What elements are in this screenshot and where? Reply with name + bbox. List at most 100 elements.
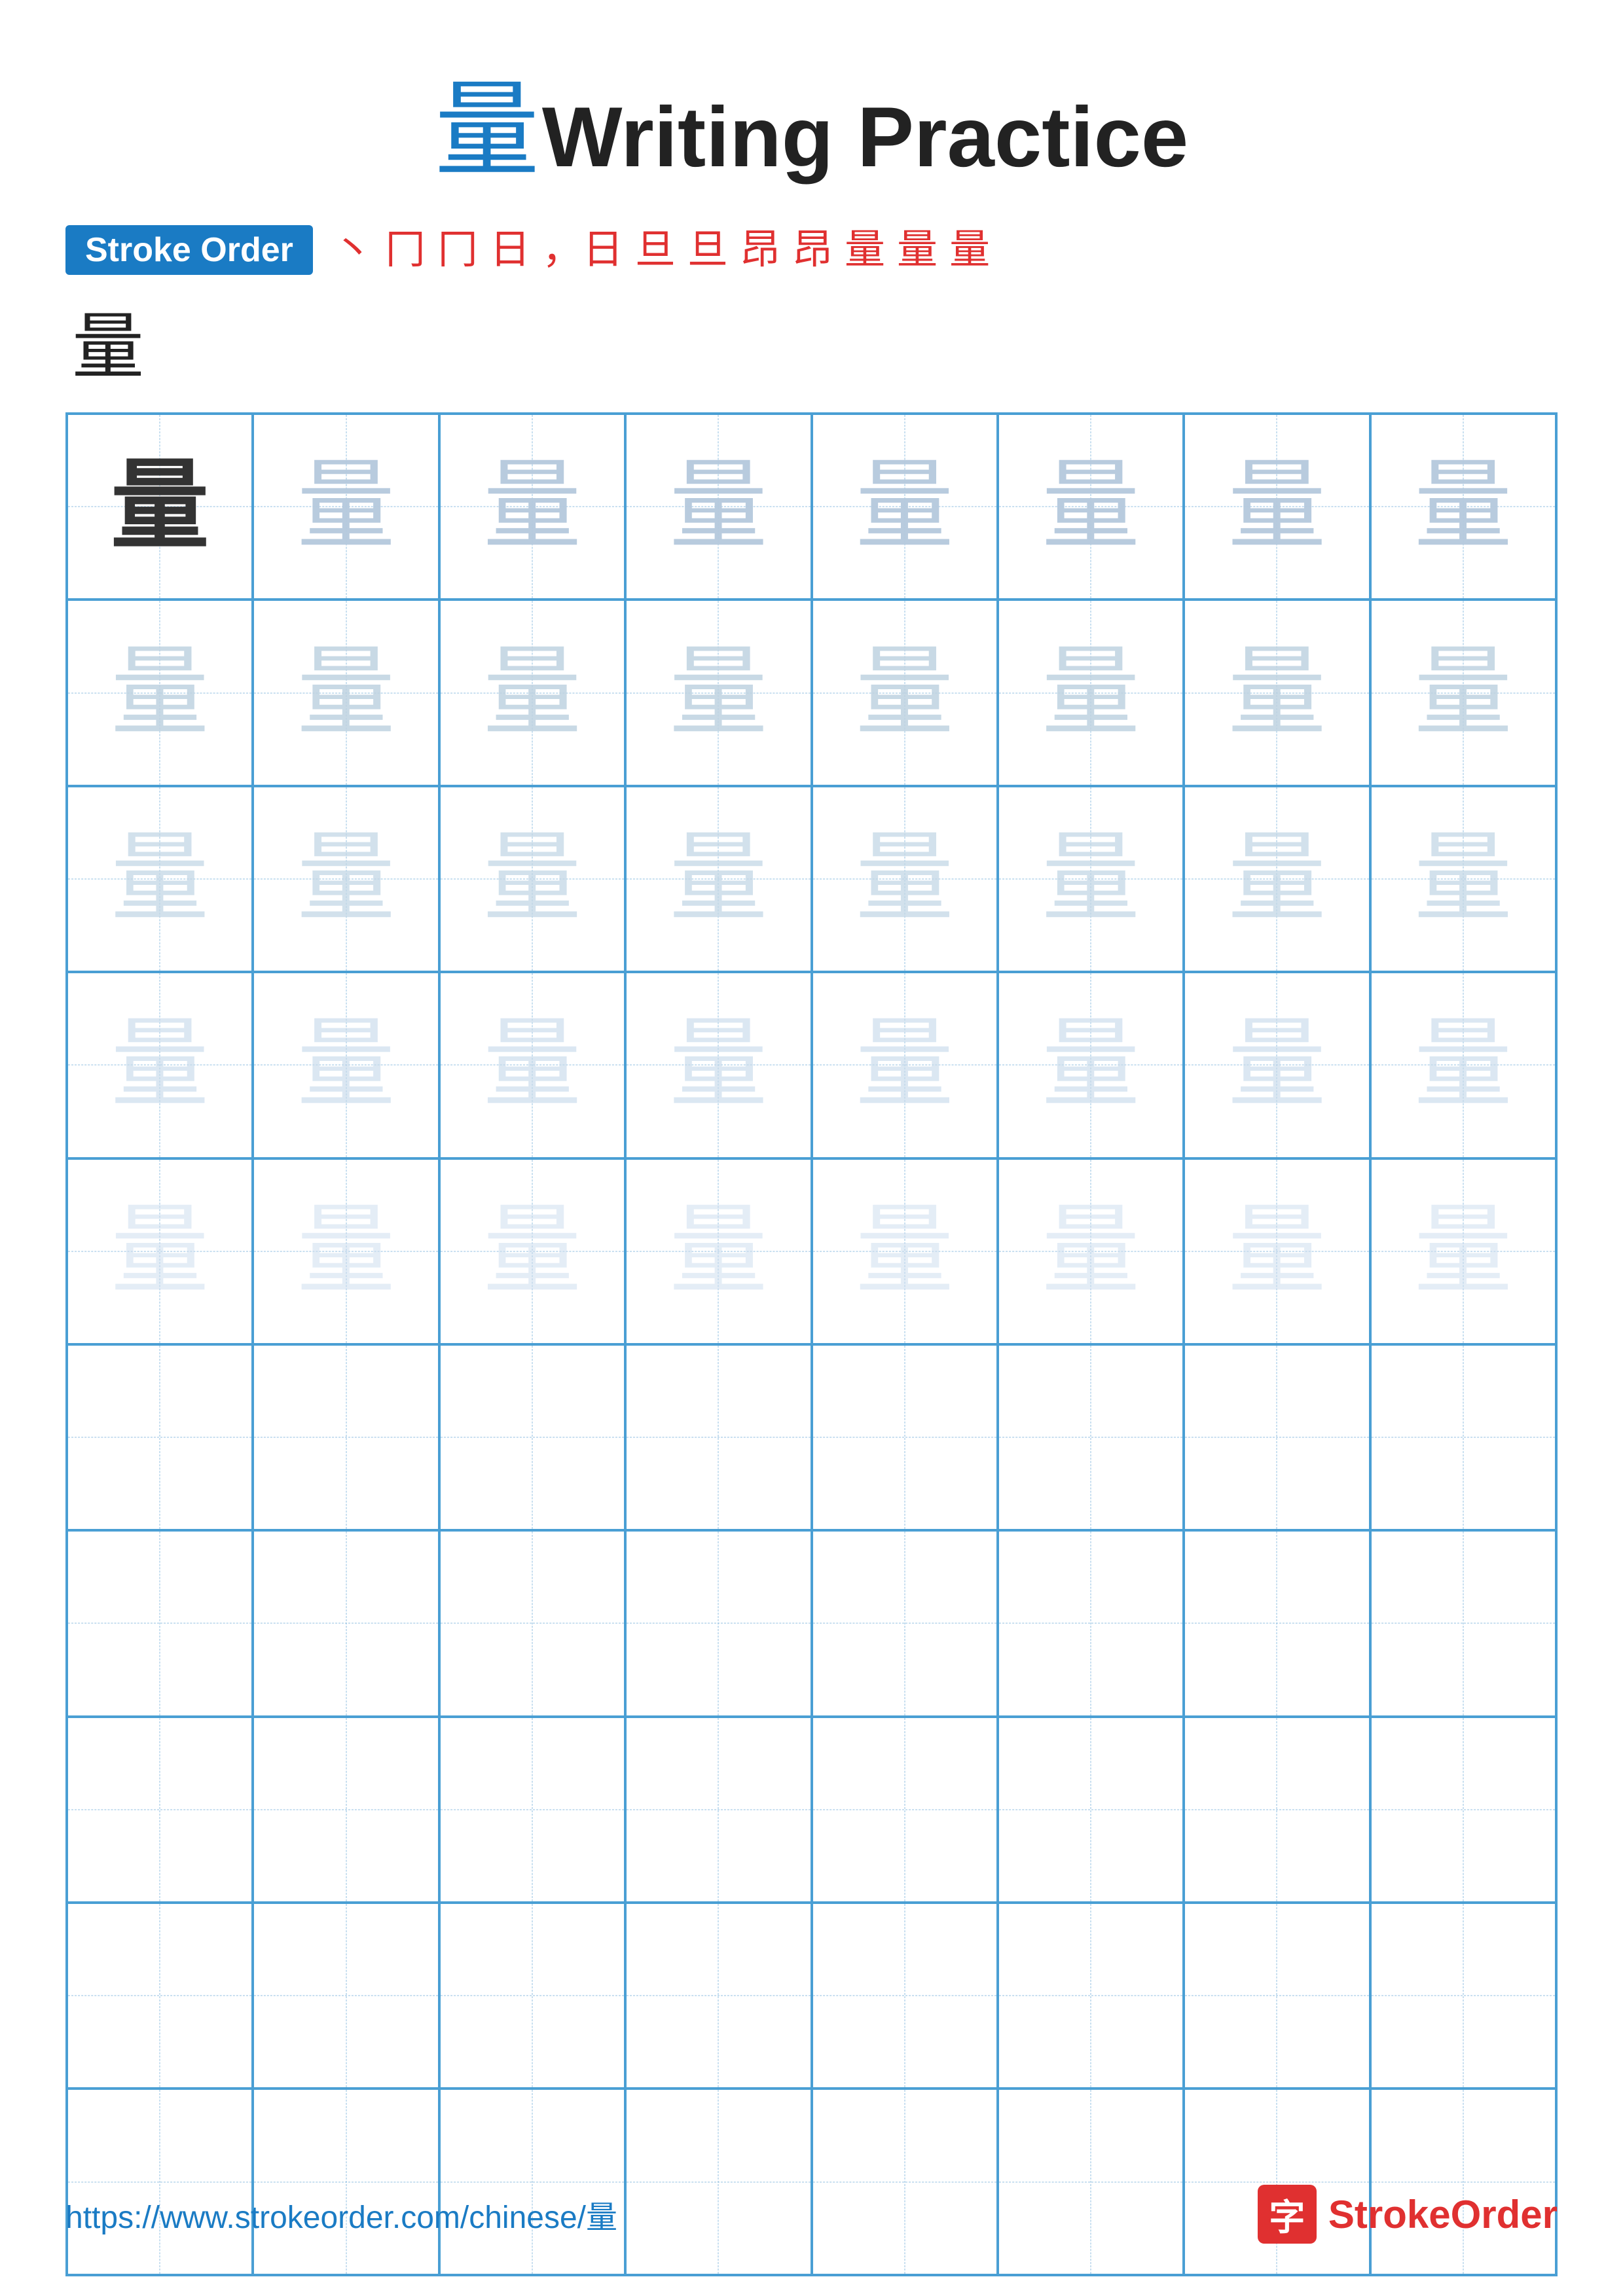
grid-cell-r8c5[interactable]: [812, 1717, 998, 1903]
grid-cell-r9c4[interactable]: [625, 1903, 811, 2089]
grid-cell-r4c1[interactable]: 量: [67, 972, 253, 1158]
grid-cell-r5c5[interactable]: 量: [812, 1158, 998, 1344]
grid-cell-r2c6[interactable]: 量: [998, 600, 1184, 785]
grid-cell-r5c8[interactable]: 量: [1370, 1158, 1556, 1344]
grid-cell-r7c8[interactable]: [1370, 1530, 1556, 1716]
grid-cell-r3c3[interactable]: 量: [439, 786, 625, 972]
grid-cell-r7c3[interactable]: [439, 1530, 625, 1716]
final-char-display: 量: [72, 288, 1558, 393]
grid-cell-r1c3[interactable]: 量: [439, 414, 625, 600]
grid-cell-r10c2[interactable]: [253, 2089, 439, 2274]
grid-cell-r2c7[interactable]: 量: [1184, 600, 1370, 785]
char-dark: 量: [111, 457, 209, 556]
grid-cell-r1c6[interactable]: 量: [998, 414, 1184, 600]
grid-cell-r4c5[interactable]: 量: [812, 972, 998, 1158]
grid-cell-r3c2[interactable]: 量: [253, 786, 439, 972]
char-guide: 量: [1042, 830, 1140, 928]
grid-cell-r10c8[interactable]: [1370, 2089, 1556, 2274]
char-guide: 量: [1414, 1202, 1512, 1300]
grid-cell-r1c2[interactable]: 量: [253, 414, 439, 600]
grid-cell-r10c1[interactable]: [67, 2089, 253, 2274]
grid-cell-r6c5[interactable]: [812, 1344, 998, 1530]
grid-cell-r10c7[interactable]: [1184, 2089, 1370, 2274]
grid-cell-r8c1[interactable]: [67, 1717, 253, 1903]
grid-cell-r7c7[interactable]: [1184, 1530, 1370, 1716]
grid-cell-r7c1[interactable]: [67, 1530, 253, 1716]
grid-cell-r8c3[interactable]: [439, 1717, 625, 1903]
grid-cell-r1c1[interactable]: 量: [67, 414, 253, 600]
grid-cell-r4c8[interactable]: 量: [1370, 972, 1556, 1158]
grid-cell-r8c8[interactable]: [1370, 1717, 1556, 1903]
grid-cell-r2c5[interactable]: 量: [812, 600, 998, 785]
char-guide: 量: [111, 644, 209, 742]
grid-cell-r10c6[interactable]: [998, 2089, 1184, 2274]
grid-cell-r7c5[interactable]: [812, 1530, 998, 1716]
grid-cell-r6c8[interactable]: [1370, 1344, 1556, 1530]
grid-cell-r1c8[interactable]: 量: [1370, 414, 1556, 600]
grid-cell-r8c4[interactable]: [625, 1717, 811, 1903]
grid-cell-r5c7[interactable]: 量: [1184, 1158, 1370, 1344]
grid-cell-r1c5[interactable]: 量: [812, 414, 998, 600]
grid-cell-r10c5[interactable]: [812, 2089, 998, 2274]
grid-cell-r3c8[interactable]: 量: [1370, 786, 1556, 972]
footer-url[interactable]: https://www.strokeorder.com/chinese/量: [65, 2191, 617, 2237]
grid-cell-r8c7[interactable]: [1184, 1717, 1370, 1903]
grid-cell-r6c6[interactable]: [998, 1344, 1184, 1530]
char-guide: 量: [1414, 1016, 1512, 1114]
grid-cell-r3c5[interactable]: 量: [812, 786, 998, 972]
grid-cell-r9c8[interactable]: [1370, 1903, 1556, 2089]
grid-cell-r3c6[interactable]: 量: [998, 786, 1184, 972]
grid-cell-r9c5[interactable]: [812, 1903, 998, 2089]
grid-cell-r6c2[interactable]: [253, 1344, 439, 1530]
grid-cell-r4c3[interactable]: 量: [439, 972, 625, 1158]
grid-cell-r8c6[interactable]: [998, 1717, 1184, 1903]
grid-cell-r3c4[interactable]: 量: [625, 786, 811, 972]
grid-cell-r5c2[interactable]: 量: [253, 1158, 439, 1344]
stroke-step-8: 昂: [740, 230, 780, 270]
grid-cell-r4c6[interactable]: 量: [998, 972, 1184, 1158]
grid-cell-r2c8[interactable]: 量: [1370, 600, 1556, 785]
grid-cell-r9c6[interactable]: [998, 1903, 1184, 2089]
stroke-step-3: 冂: [437, 230, 478, 270]
grid-cell-r7c4[interactable]: [625, 1530, 811, 1716]
char-guide: 量: [1228, 457, 1326, 556]
char-guide: 量: [483, 644, 581, 742]
stroke-step-6: 旦: [635, 230, 676, 270]
grid-cell-r5c4[interactable]: 量: [625, 1158, 811, 1344]
grid-cell-r9c1[interactable]: [67, 1903, 253, 2089]
grid-cell-r3c7[interactable]: 量: [1184, 786, 1370, 972]
stroke-step-12: 量: [949, 230, 990, 270]
grid-cell-r8c2[interactable]: [253, 1717, 439, 1903]
grid-cell-r2c4[interactable]: 量: [625, 600, 811, 785]
char-guide: 量: [297, 457, 395, 556]
grid-cell-r2c2[interactable]: 量: [253, 600, 439, 785]
char-guide: 量: [111, 1016, 209, 1114]
grid-cell-r4c4[interactable]: 量: [625, 972, 811, 1158]
grid-cell-r1c4[interactable]: 量: [625, 414, 811, 600]
practice-grid: 量 量 量 量 量 量 量 量 量 量 量: [65, 412, 1558, 2276]
grid-cell-r9c7[interactable]: [1184, 1903, 1370, 2089]
grid-cell-r10c3[interactable]: [439, 2089, 625, 2274]
grid-cell-r7c6[interactable]: [998, 1530, 1184, 1716]
grid-cell-r5c1[interactable]: 量: [67, 1158, 253, 1344]
grid-cell-r6c4[interactable]: [625, 1344, 811, 1530]
grid-cell-r2c3[interactable]: 量: [439, 600, 625, 785]
title-text: Writing Practice: [542, 89, 1188, 185]
grid-cell-r9c2[interactable]: [253, 1903, 439, 2089]
grid-cell-r1c7[interactable]: 量: [1184, 414, 1370, 600]
grid-cell-r6c1[interactable]: [67, 1344, 253, 1530]
grid-cell-r6c3[interactable]: [439, 1344, 625, 1530]
grid-cell-r4c2[interactable]: 量: [253, 972, 439, 1158]
grid-cell-r2c1[interactable]: 量: [67, 600, 253, 785]
char-guide: 量: [111, 830, 209, 928]
title-area: 量 Writing Practice: [65, 79, 1558, 186]
grid-cell-r7c2[interactable]: [253, 1530, 439, 1716]
grid-cell-r4c7[interactable]: 量: [1184, 972, 1370, 1158]
grid-cell-r10c4[interactable]: [625, 2089, 811, 2274]
grid-cell-r5c6[interactable]: 量: [998, 1158, 1184, 1344]
grid-cell-r9c3[interactable]: [439, 1903, 625, 2089]
char-guide: 量: [297, 1016, 395, 1114]
grid-cell-r3c1[interactable]: 量: [67, 786, 253, 972]
grid-cell-r5c3[interactable]: 量: [439, 1158, 625, 1344]
grid-cell-r6c7[interactable]: [1184, 1344, 1370, 1530]
